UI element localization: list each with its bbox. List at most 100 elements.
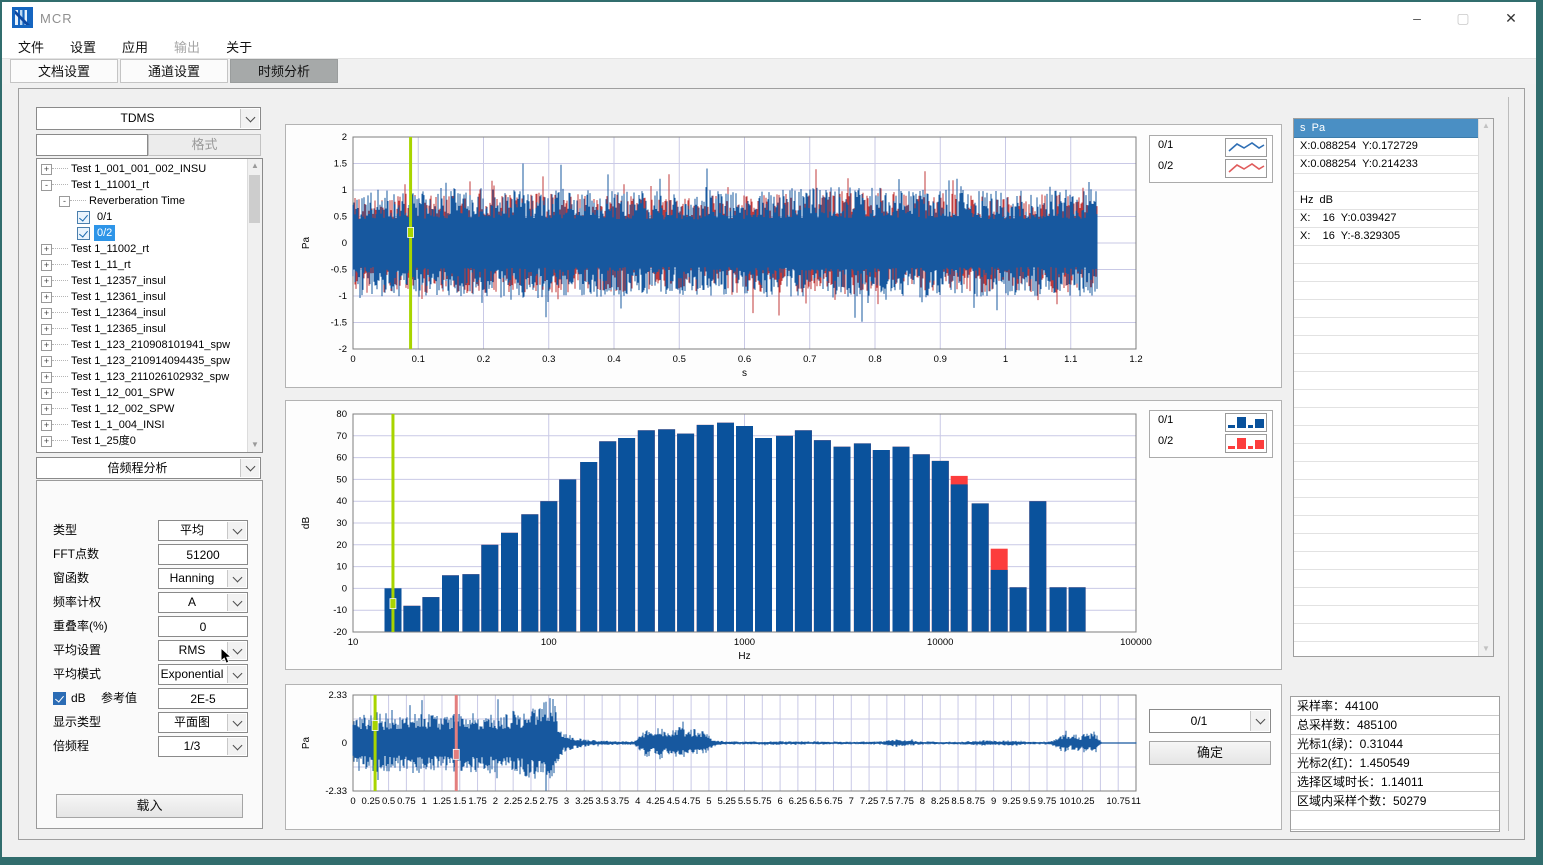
close-button[interactable]: ✕: [1498, 8, 1524, 28]
tree-item[interactable]: + Test 1_12_002_SPW: [37, 401, 247, 417]
tree-checkbox[interactable]: [77, 227, 90, 240]
chevron-down-icon[interactable]: [1250, 711, 1269, 731]
tree-item[interactable]: - Test 1_11001_rt: [37, 177, 247, 193]
tree-expander-icon[interactable]: +: [41, 404, 52, 415]
param-select-0[interactable]: 平均: [158, 520, 248, 541]
tab-时频分析[interactable]: 时频分析: [230, 59, 338, 83]
tree-item-label[interactable]: Test 1_12357_insul: [68, 273, 169, 289]
menu-item-文件[interactable]: 文件: [8, 32, 54, 61]
tree-item[interactable]: + Test 1_12_001_SPW: [37, 385, 247, 401]
chevron-down-icon[interactable]: [227, 570, 246, 587]
tree-expander-icon[interactable]: +: [41, 420, 52, 431]
tree-expander-icon[interactable]: +: [41, 276, 52, 287]
filter-input[interactable]: [36, 134, 148, 156]
tree-item-label[interactable]: Test 1_11_rt: [68, 257, 134, 273]
tree-checkbox[interactable]: [77, 211, 90, 224]
menu-item-输出[interactable]: 输出: [164, 32, 210, 61]
menu-item-设置[interactable]: 设置: [60, 32, 106, 61]
tree-expander-icon[interactable]: -: [41, 180, 52, 191]
format-button[interactable]: 格式: [148, 134, 261, 156]
time-waveform-chart-panel[interactable]: 21.510.50-0.5-1-1.5-200.10.20.30.40.50.6…: [285, 124, 1282, 388]
chevron-down-icon[interactable]: [227, 666, 246, 683]
tree-item[interactable]: +Test 1_12364_insul: [37, 305, 247, 321]
octave-spectrum-chart[interactable]: 80706050403020100-10-2010100100010000100…: [286, 401, 1281, 674]
param-select-9[interactable]: 1/3: [158, 736, 248, 757]
menu-item-关于[interactable]: 关于: [216, 32, 262, 61]
overview-waveform-chart-panel[interactable]: 2.330-2.3300.250.50.7511.251.51.7522.252…: [285, 684, 1282, 830]
param-input-1[interactable]: [158, 544, 248, 565]
tree-expander-icon[interactable]: +: [41, 164, 52, 175]
scroll-up-icon[interactable]: ▲: [248, 159, 262, 173]
param-select-6[interactable]: Exponential: [158, 664, 248, 685]
right-splitter[interactable]: [1508, 97, 1509, 831]
chevron-down-icon[interactable]: [240, 109, 259, 128]
tree-item[interactable]: + Test 1_123_210914094435_spw: [37, 353, 247, 369]
tree-item[interactable]: +Test 1_12365_insul: [37, 321, 247, 337]
tree-item[interactable]: + Test 1_11_rt: [37, 257, 247, 273]
tree-expander-icon[interactable]: +: [41, 260, 52, 271]
chevron-down-icon[interactable]: [227, 714, 246, 731]
readout-scrollbar[interactable]: ▲ ▼: [1478, 119, 1493, 656]
tree-item[interactable]: + Test 1_11002_rt: [37, 241, 247, 257]
tree-item-label[interactable]: 0/2: [94, 225, 115, 241]
tree-item[interactable]: 0/1: [37, 209, 247, 225]
scroll-up-icon[interactable]: ▲: [1479, 119, 1493, 133]
tree-item-label[interactable]: Test 1_12_002_SPW: [68, 401, 177, 417]
db-checkbox[interactable]: [53, 692, 66, 705]
tree-expander-icon[interactable]: +: [41, 340, 52, 351]
scroll-down-icon[interactable]: ▼: [248, 438, 262, 452]
tree-item[interactable]: + Test 1_001_001_002_INSU: [37, 161, 247, 177]
tab-文档设置[interactable]: 文档设置: [10, 59, 118, 83]
tree-item-label[interactable]: Test 1_001_001_002_INSU: [68, 161, 209, 177]
chevron-down-icon[interactable]: [227, 594, 246, 611]
tree-expander-icon[interactable]: +: [41, 308, 52, 319]
tree-scroll-thumb[interactable]: [249, 175, 260, 223]
load-button[interactable]: 载入: [56, 794, 243, 818]
tree-item-label[interactable]: Reverberation Time: [86, 193, 188, 209]
chevron-down-icon[interactable]: [227, 738, 246, 755]
tree-scrollbar[interactable]: ▲ ▼: [247, 159, 262, 452]
tree-expander-icon[interactable]: +: [41, 244, 52, 255]
tree-item[interactable]: +Test 1_123_210908101941_spw: [37, 337, 247, 353]
tree-expander-icon[interactable]: +: [41, 436, 52, 447]
tree-expander-icon[interactable]: +: [41, 372, 52, 383]
time-waveform-chart[interactable]: 21.510.50-0.5-1-1.5-200.10.20.30.40.50.6…: [286, 125, 1281, 392]
analysis-type-select[interactable]: 倍频程分析: [36, 457, 261, 479]
menu-item-应用[interactable]: 应用: [112, 32, 158, 61]
minimize-button[interactable]: –: [1404, 8, 1430, 28]
tree-item[interactable]: -Reverberation Time: [37, 193, 247, 209]
param-input-7[interactable]: [158, 688, 248, 709]
file-format-select[interactable]: TDMS: [36, 107, 261, 130]
tree-item-label[interactable]: Test 1_12365_insul: [68, 321, 169, 337]
scroll-down-icon[interactable]: ▼: [1479, 642, 1493, 656]
tree-expander-icon[interactable]: +: [41, 292, 52, 303]
tree-expander-icon[interactable]: +: [41, 388, 52, 399]
tree-expander-icon[interactable]: +: [41, 356, 52, 367]
maximize-button[interactable]: ▢: [1450, 8, 1476, 28]
param-select-2[interactable]: Hanning: [158, 568, 248, 589]
tree-item-label[interactable]: Test 1_1_004_INSI: [68, 417, 168, 433]
overview-waveform-chart[interactable]: 2.330-2.3300.250.50.7511.251.51.7522.252…: [286, 685, 1281, 834]
tree-item-label[interactable]: Test 1_123_210914094435_spw: [68, 353, 233, 369]
tree-item[interactable]: + Test 1_12357_insul: [37, 273, 247, 289]
chevron-down-icon[interactable]: [227, 522, 246, 539]
tree-item[interactable]: + Test 1_1_004_INSI: [37, 417, 247, 433]
tree-item-label[interactable]: 0/1: [94, 209, 115, 225]
tree-item-label[interactable]: Test 1_11001_rt: [68, 177, 152, 193]
param-input-4[interactable]: [158, 616, 248, 637]
chevron-down-icon[interactable]: [240, 459, 259, 477]
tree-item[interactable]: 0/2: [37, 225, 247, 241]
file-tree[interactable]: + Test 1_001_001_002_INSU - Test 1_11001_rt…: [36, 158, 263, 453]
tree-item[interactable]: +Test 1_12361_insul: [37, 289, 247, 305]
param-select-5[interactable]: RMS: [158, 640, 248, 661]
tree-item-label[interactable]: Test 1_25度0: [68, 433, 139, 449]
tree-item-label[interactable]: Test 1_11002_rt: [68, 241, 152, 257]
tab-通道设置[interactable]: 通道设置: [120, 59, 228, 83]
channel-select[interactable]: 0/1: [1149, 709, 1271, 733]
octave-spectrum-chart-panel[interactable]: 80706050403020100-10-2010100100010000100…: [285, 400, 1282, 670]
tree-item-label[interactable]: Test 1_123_211026102932_spw: [68, 369, 232, 385]
tree-item-label[interactable]: Test 1_12_001_SPW: [68, 385, 177, 401]
tree-item[interactable]: + Test 1_123_211026102932_spw: [37, 369, 247, 385]
param-select-3[interactable]: A: [158, 592, 248, 613]
tree-item[interactable]: + Test 1_25度0: [37, 433, 247, 449]
